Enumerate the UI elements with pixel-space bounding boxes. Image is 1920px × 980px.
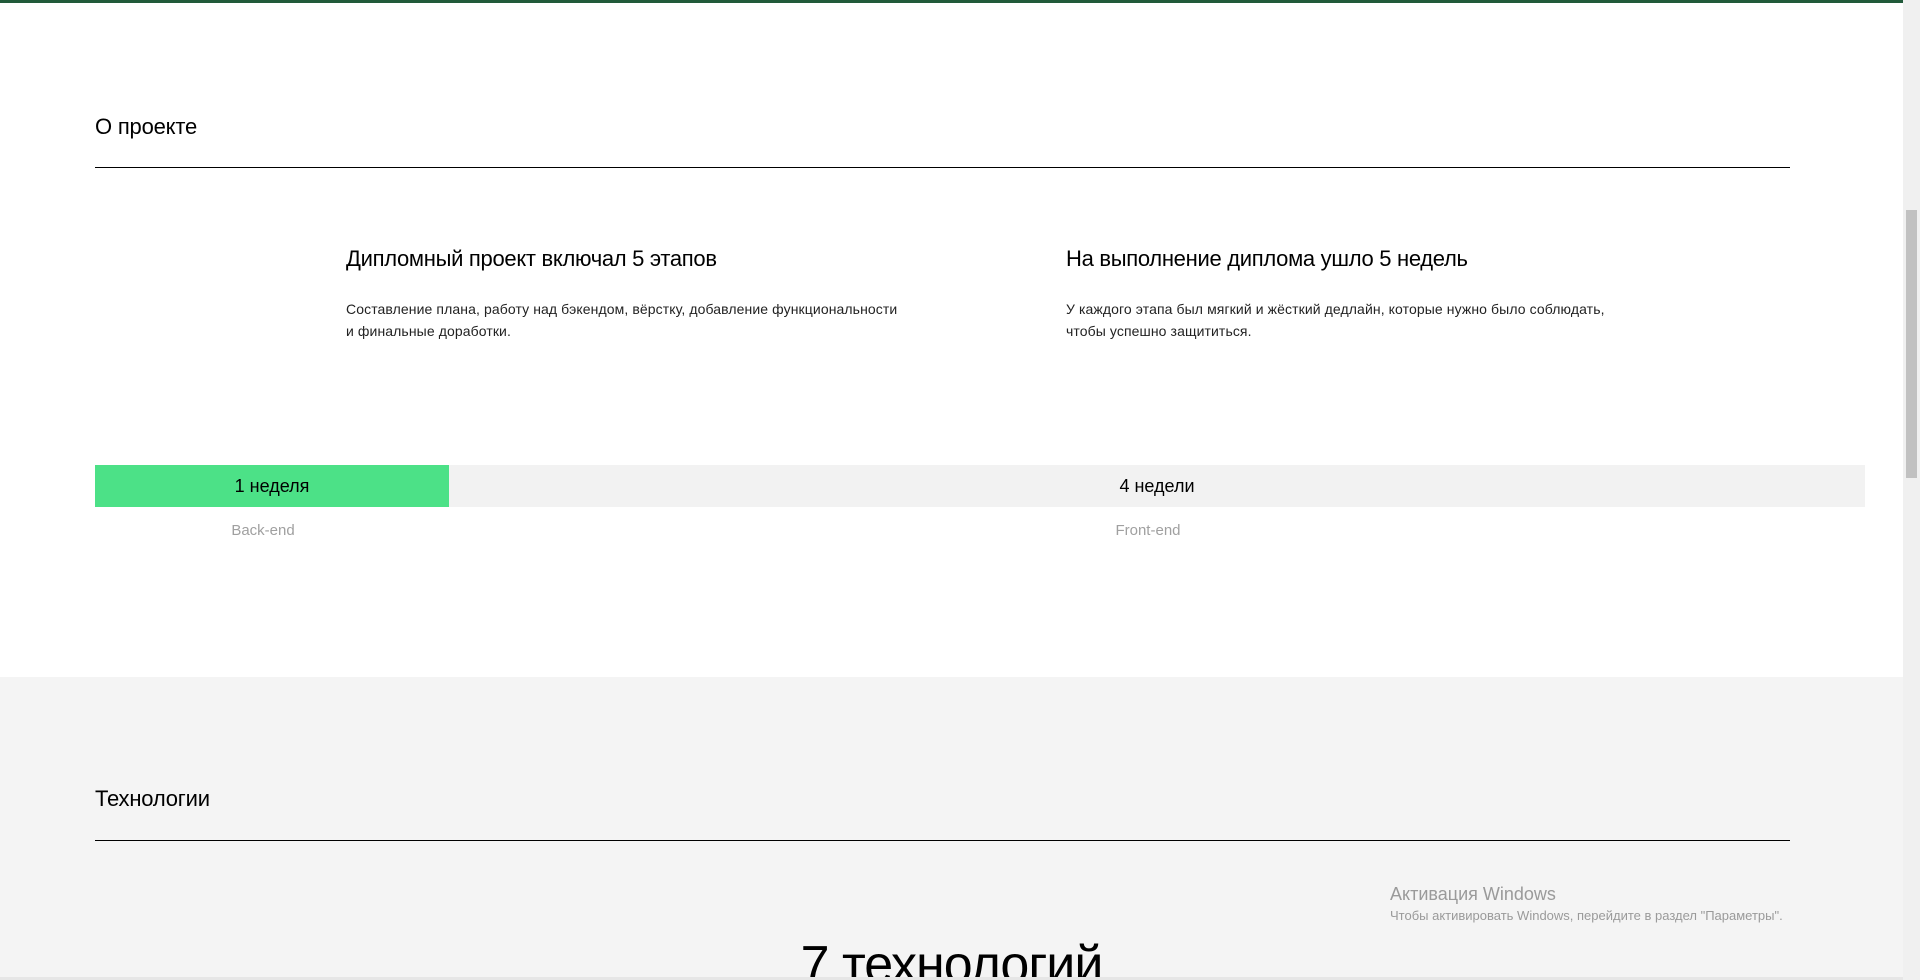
fact-stages: Дипломный проект включал 5 этапов Состав… — [346, 246, 906, 342]
windows-activation-title: Активация Windows — [1390, 884, 1556, 904]
timeline-labels: Back-end Front-end — [95, 522, 1865, 539]
browser-viewport: О проекте Дипломный проект включал 5 эта… — [0, 0, 1920, 980]
tech-section-divider — [95, 840, 1790, 841]
tech-count-heading: 7 технологий — [800, 936, 1104, 980]
fact-stages-title: Дипломный проект включал 5 этапов — [346, 246, 717, 271]
timeline-backend-label: Back-end — [231, 522, 295, 539]
page-content: О проекте Дипломный проект включал 5 эта… — [0, 0, 1903, 980]
fact-duration-title: На выполнение диплома ушло 5 недель — [1066, 246, 1468, 271]
vertical-scrollbar[interactable] — [1903, 0, 1920, 980]
fact-duration-text: У каждого этапа был мягкий и жёсткий дед… — [1066, 301, 1605, 339]
about-section: О проекте Дипломный проект включал 5 эта… — [0, 3, 1903, 677]
fact-duration: На выполнение диплома ушло 5 недель У ка… — [1066, 246, 1626, 342]
windows-activation-watermark: Активация Windows Чтобы активировать Win… — [1390, 882, 1783, 926]
scrollbar-thumb[interactable] — [1906, 210, 1917, 478]
fact-stages-text: Составление плана, работу над бэкендом, … — [346, 301, 898, 339]
project-timeline: 1 неделя 4 недели — [95, 465, 1865, 507]
timeline-frontend-bar: 4 недели — [449, 465, 1865, 507]
windows-activation-subtitle: Чтобы активировать Windows, перейдите в … — [1390, 908, 1783, 923]
about-section-title: О проекте — [95, 114, 197, 139]
tech-section-title: Технологии — [95, 786, 210, 811]
about-section-divider — [95, 167, 1790, 168]
timeline-backend-bar: 1 неделя — [95, 465, 449, 507]
timeline-frontend-label: Front-end — [1115, 522, 1181, 539]
